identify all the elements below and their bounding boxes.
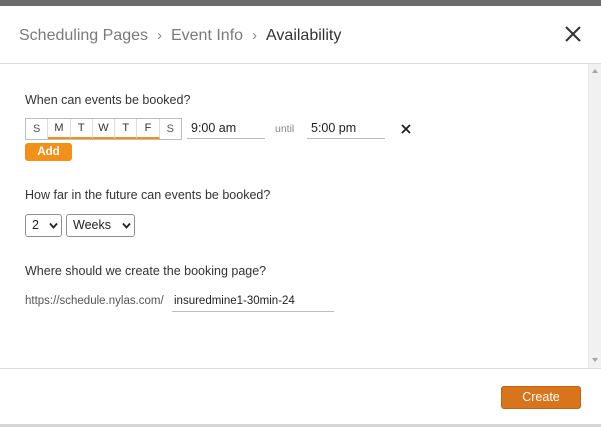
breadcrumb: Scheduling Pages › Event Info › Availability (19, 27, 341, 45)
future-unit-value: Weeks (73, 218, 111, 232)
booking-slug-input[interactable] (172, 290, 334, 312)
breadcrumb-separator: › (252, 27, 258, 44)
breadcrumb-separator: › (156, 27, 162, 44)
modal-header: Scheduling Pages › Event Info › Availability (0, 6, 601, 64)
vertical-scrollbar[interactable] (588, 64, 601, 368)
start-time-input[interactable] (187, 118, 265, 139)
future-amount-select[interactable]: 2 (25, 214, 62, 237)
future-question: How far in the future can events be book… (25, 188, 271, 202)
day-toggle-sunday[interactable]: S (26, 119, 49, 139)
modal-footer: Create (0, 368, 601, 427)
day-toggle-wednesday[interactable]: W (92, 119, 116, 139)
day-selector: S M T W T F S (25, 118, 182, 140)
scroll-down-arrow-icon[interactable] (592, 358, 598, 362)
modal-body: When can events be booked? S M T W T F S… (0, 64, 601, 368)
breadcrumb-scheduling-pages[interactable]: Scheduling Pages (19, 27, 148, 44)
close-icon[interactable] (563, 24, 583, 44)
remove-time-range-icon[interactable] (400, 123, 412, 135)
booking-url-prefix: https://schedule.nylas.com/ (25, 295, 164, 307)
availability-question: When can events be booked? (25, 93, 191, 107)
future-amount-value: 2 (32, 218, 39, 232)
create-button[interactable]: Create (501, 386, 581, 409)
day-toggle-friday[interactable]: F (137, 119, 160, 139)
day-toggle-monday[interactable]: M (48, 119, 71, 139)
day-toggle-tuesday[interactable]: T (70, 119, 93, 139)
until-label: until (275, 123, 295, 135)
end-time-input[interactable] (307, 118, 385, 139)
day-toggle-thursday[interactable]: T (115, 119, 138, 139)
scroll-up-arrow-icon[interactable] (592, 69, 598, 73)
breadcrumb-availability: Availability (266, 27, 342, 44)
breadcrumb-event-info[interactable]: Event Info (171, 27, 243, 44)
future-unit-select[interactable]: Weeks (66, 214, 135, 237)
chevron-down-icon (49, 222, 58, 229)
day-toggle-saturday[interactable]: S (160, 119, 181, 139)
booking-page-question: Where should we create the booking page? (25, 264, 267, 278)
chevron-down-icon (122, 222, 131, 229)
add-time-range-button[interactable]: Add (25, 143, 72, 161)
